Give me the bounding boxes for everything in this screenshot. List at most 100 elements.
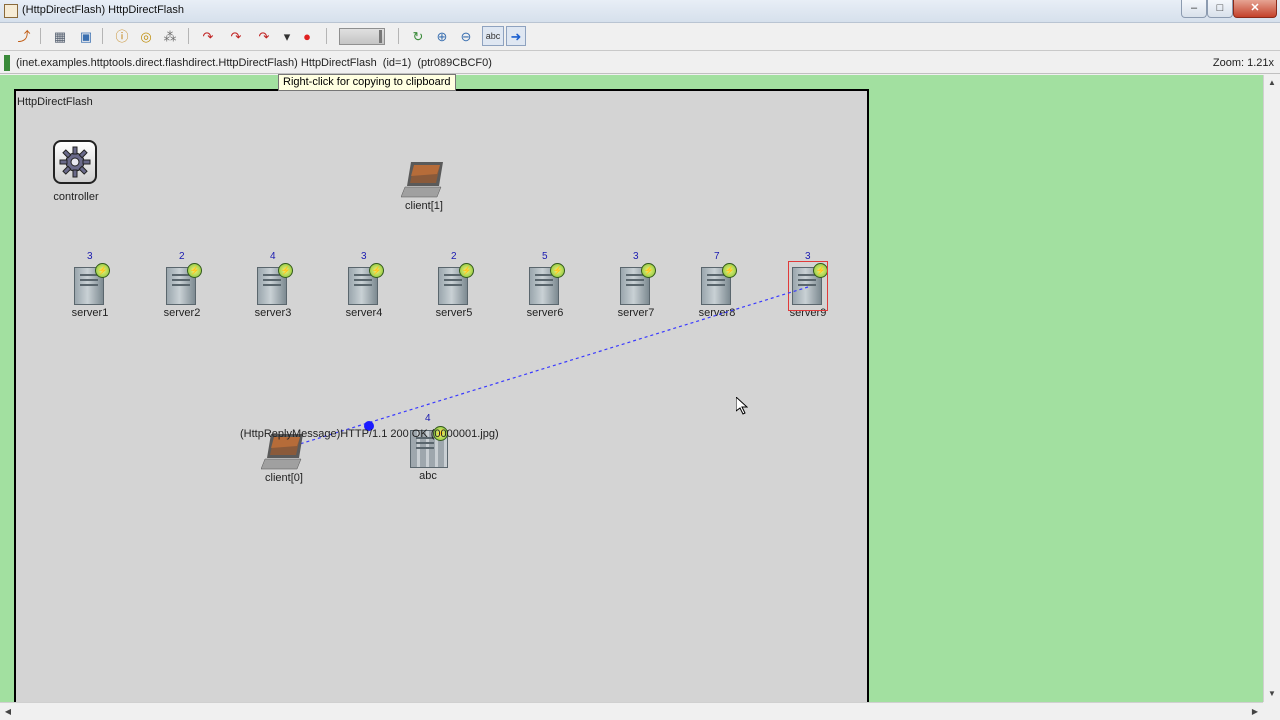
screen-button[interactable]: ▣ [76,26,96,46]
show-arrows-icon: ➜ [510,28,522,44]
scroll-left-icon[interactable]: ◀ [0,703,16,720]
speed-slider[interactable] [339,28,385,45]
refresh-layout-icon: ↻ [412,28,424,44]
run-icon: ↷ [230,28,242,44]
server-module-5[interactable]: ⚡ server5 [430,263,478,319]
server-queue-length: 4 [270,251,276,262]
vertical-scrollbar[interactable]: ▲ ▼ [1263,75,1280,702]
client-0-label: client[0] [265,472,303,484]
server-icon: ⚡ [618,263,656,307]
zoom-out-button[interactable]: ⊖ [456,26,476,46]
go-to-parent-button[interactable]: ⤴ [14,26,34,46]
network-canvas[interactable] [0,75,1263,702]
zoom-in-icon: ⊕ [436,28,448,44]
horizontal-scrollbar[interactable]: ◀ ▶ [0,702,1263,720]
server-queue-length: 2 [451,251,457,262]
find-objects-icon: ◎ [140,28,152,44]
server-icon: ⚡ [72,263,110,307]
zoom-in-button[interactable]: ⊕ [432,26,452,46]
maximize-button[interactable]: □ [1207,0,1233,18]
controller-module[interactable] [53,140,97,184]
clipboard-tooltip: Right-click for copying to clipboard [278,74,456,91]
server-module-1[interactable]: ⚡ server1 [66,263,114,319]
server-icon: ⚡ [164,263,202,307]
network-icon: ⁂ [163,28,177,44]
toolbar-separator [326,28,327,44]
stop-icon: ● [303,28,311,44]
server-queue-length: 3 [633,251,639,262]
inspect-object-button[interactable]: ⓘ [112,26,132,46]
step-icon: ↷ [202,28,214,44]
network-name: HttpDirectFlash [17,96,93,108]
object-info-bar[interactable]: (inet.examples.httptools.direct.flashdir… [0,53,1280,74]
server-icon: ⚡ [436,263,474,307]
server-module-3[interactable]: ⚡ server3 [249,263,297,319]
server-label: server3 [254,307,292,319]
server-module-6[interactable]: ⚡ server6 [521,263,569,319]
controller-label-wrap: controller [40,191,112,203]
message-label: (HttpReplyMessage)HTTP/1.1 200 OK (00000… [240,428,499,440]
server-label: server2 [163,307,201,319]
show-arrows-button[interactable]: ➜ [506,26,526,46]
server-queue-length: 3 [87,251,93,262]
fast-run-button[interactable]: ↷ [254,26,274,46]
server-icon: ⚡ [255,263,293,307]
abc-label: abc [419,470,437,482]
close-button[interactable]: ✕ [1233,0,1277,18]
laptop-icon [401,162,443,198]
app-icon [4,4,18,18]
run-until-icon: ▾ [283,28,291,44]
scroll-up-icon[interactable]: ▲ [1264,75,1280,91]
module-output-button[interactable]: ▦ [50,26,70,46]
window-titlebar[interactable]: (HttpDirectFlash) HttpDirectFlash – □ ✕ [0,0,1280,23]
client-1-label: client[1] [405,200,443,212]
show-labels-icon: abc [485,30,501,41]
screen-icon: ▣ [79,28,93,44]
server-queue-length: 2 [179,251,185,262]
server-label: server7 [617,307,655,319]
fast-run-icon: ↷ [258,28,270,44]
server-module-2[interactable]: ⚡ server2 [158,263,206,319]
scroll-down-icon[interactable]: ▼ [1264,686,1280,702]
network-button[interactable]: ⁂ [160,26,180,46]
find-objects-button[interactable]: ◎ [136,26,156,46]
object-path[interactable]: (inet.examples.httptools.direct.flashdir… [16,57,492,69]
toolbar-separator [40,28,41,44]
zoom-out-icon: ⊖ [460,28,472,44]
status-marker [4,55,10,71]
server-label: server4 [345,307,383,319]
show-labels-button[interactable]: abc [482,26,504,46]
step-button[interactable]: ↷ [198,26,218,46]
server-icon: ⚡ [699,263,737,307]
server-icon: ⚡ [346,263,384,307]
server-module-4[interactable]: ⚡ server4 [340,263,388,319]
toolbar: ⤴ ▦ ▣ ⓘ ◎ ⁂ ↷ ↷ ↷ ▾ ● ↻ ⊕ ⊖ abc ➜ [0,23,1280,51]
module-output-icon: ▦ [53,28,67,44]
server-label: server5 [435,307,473,319]
stop-button[interactable]: ● [297,26,317,46]
toolbar-separator [398,28,399,44]
zoom-level: Zoom: 1.21x [1212,57,1274,69]
server-label: server6 [526,307,564,319]
minimize-button[interactable]: – [1181,0,1207,18]
client-1-module[interactable]: client[1] [396,160,452,212]
run-until-button[interactable]: ▾ [280,26,294,46]
window-title: (HttpDirectFlash) HttpDirectFlash [22,4,184,16]
controller-label: controller [53,191,99,203]
go-to-parent-icon: ⤴ [17,28,31,44]
run-button[interactable]: ↷ [226,26,246,46]
gear-icon [59,146,91,178]
inspect-object-icon: ⓘ [115,28,129,44]
server-module-7[interactable]: ⚡ server7 [612,263,660,319]
toolbar-separator [102,28,103,44]
toolbar-separator [188,28,189,44]
refresh-layout-button[interactable]: ↻ [408,26,428,46]
scroll-right-icon[interactable]: ▶ [1247,703,1263,720]
server-icon: ⚡ [527,263,565,307]
server-label: server8 [698,307,736,319]
server-queue-length: 5 [542,251,548,262]
server-module-8[interactable]: ⚡ server8 [693,263,741,319]
selected-module-highlight [788,261,828,311]
abc-queue-length: 4 [425,413,431,424]
slider-thumb[interactable] [379,30,382,43]
